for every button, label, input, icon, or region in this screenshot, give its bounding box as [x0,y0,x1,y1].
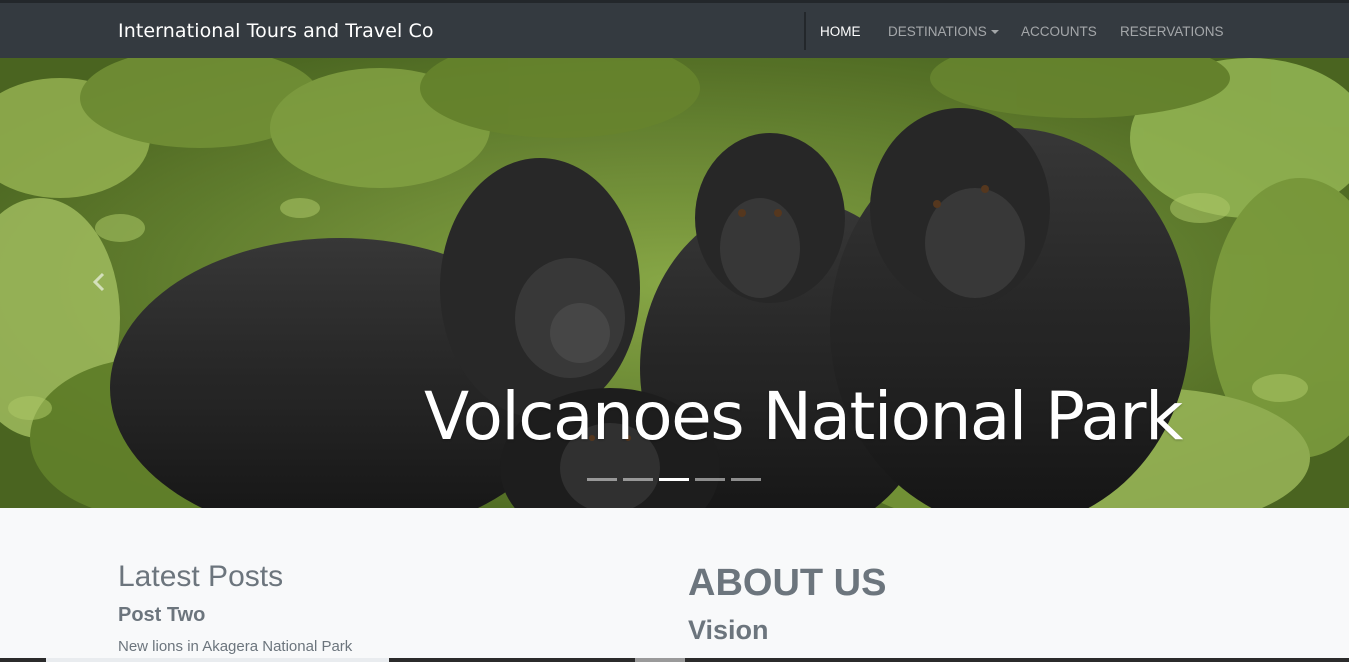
nav-destinations-label: DESTINATIONS [888,24,987,39]
carousel-indicator-5[interactable] [731,478,761,481]
bottom-edge-segment [46,658,389,662]
carousel-indicator-3[interactable] [659,478,689,481]
nav-reservations-link[interactable]: RESERVATIONS [1120,23,1224,41]
top-navbar: International Tours and Travel Co HOME D… [0,0,1349,58]
carousel-prev-icon[interactable] [88,270,112,294]
brand-link[interactable]: International Tours and Travel Co [118,19,434,43]
vision-heading: Vision [688,615,769,645]
bottom-edge-segment [635,658,685,662]
caret-down-icon [990,30,999,34]
nav-accounts-link[interactable]: ACCOUNTS [1021,23,1097,41]
about-us-heading: ABOUT US [688,562,887,604]
carousel-indicators [587,478,762,482]
carousel-indicator-2[interactable] [623,478,653,481]
latest-posts-heading: Latest Posts [118,560,284,593]
carousel-indicator-4[interactable] [695,478,725,481]
carousel-caption: Volcanoes National Park [424,378,1183,456]
nav-destinations-dropdown[interactable]: DESTINATIONS [888,23,999,41]
post-title[interactable]: Post Two [118,602,205,628]
post-excerpt: New lions in Akagera National Park [118,638,353,655]
nav-divider [804,12,806,50]
nav-home-link[interactable]: HOME [820,23,861,41]
hero-carousel: Volcanoes National Park [0,58,1349,508]
carousel-indicator-1[interactable] [587,478,617,481]
